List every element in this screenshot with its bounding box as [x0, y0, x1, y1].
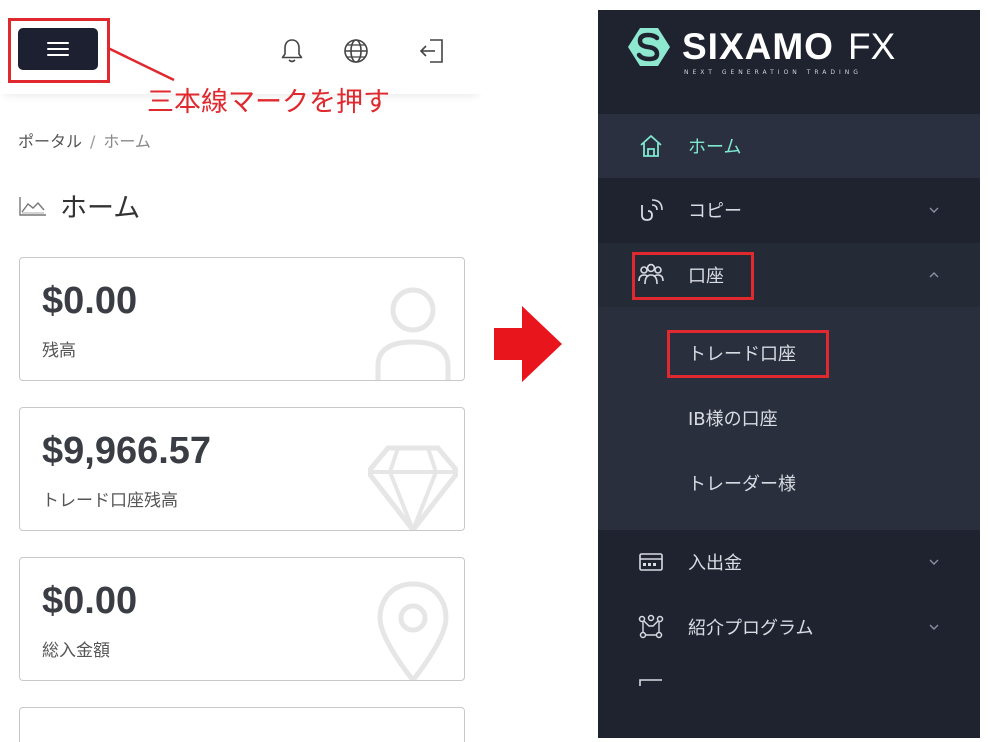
total-deposit-card[interactable]: $0.00 総入金額: [19, 557, 465, 681]
sidebar-item-referral-label: 紹介プログラム: [688, 618, 814, 639]
balance-value: $0.00: [42, 280, 138, 322]
breadcrumb-separator: /: [90, 132, 96, 151]
total-deposit-value: $0.00: [42, 580, 138, 622]
brand-logo-icon: [628, 28, 670, 66]
breadcrumb-current: ホーム: [103, 132, 151, 151]
copy-signal-icon: [641, 199, 663, 221]
sidebar-item-copy-label: コピー: [688, 201, 742, 222]
card-payment-icon: [639, 553, 663, 571]
logout-icon[interactable]: [417, 36, 447, 66]
sidebar-item-copy[interactable]: コピー: [598, 178, 980, 242]
network-icon: [638, 614, 664, 639]
total-deposit-label: 総入金額: [42, 641, 110, 661]
home-icon: [640, 135, 662, 157]
location-pin-icon: [377, 581, 449, 680]
sidebar-item-deposit[interactable]: 入出金: [598, 530, 980, 594]
area-chart-icon: [19, 196, 46, 216]
chevron-up-icon: [929, 272, 939, 278]
next-card-partial: [19, 707, 465, 742]
trade-balance-value: $9,966.57: [42, 430, 212, 472]
balance-label: 残高: [42, 341, 76, 361]
chevron-down-icon: [929, 207, 939, 213]
sidebar-item-home-label: ホーム: [688, 137, 742, 158]
brand-suffix: FX: [847, 26, 896, 67]
sidebar-item-referral[interactable]: 紹介プログラム: [598, 595, 980, 659]
globe-icon[interactable]: [341, 36, 371, 66]
page-title-text: ホーム: [60, 193, 141, 224]
right-arrow-icon: [494, 306, 562, 382]
balance-card[interactable]: $0.00 残高: [19, 257, 465, 381]
submenu-item-traders[interactable]: トレーダー様: [688, 470, 796, 496]
brand-logo: SIXAMO FX: [626, 26, 895, 68]
bell-icon[interactable]: [277, 36, 307, 66]
trade-balance-card[interactable]: $9,966.57 トレード口座残高: [19, 407, 465, 531]
chevron-down-icon: [929, 559, 939, 565]
partial-menu-icon: [639, 679, 662, 686]
callout-line: [108, 46, 175, 82]
brand-name: SIXAMO: [682, 26, 834, 67]
user-icon: [375, 287, 451, 380]
sidebar-item-deposit-label: 入出金: [688, 553, 742, 574]
diamond-icon: [368, 445, 458, 530]
breadcrumb-root[interactable]: ポータル: [18, 132, 82, 151]
brand-tagline: NEXT GENERATION TRADING: [684, 69, 862, 76]
sidebar-item-home[interactable]: ホーム: [598, 114, 980, 178]
instruction-annotation: 三本線マークを押す: [147, 87, 390, 118]
chevron-down-icon: [929, 624, 939, 630]
breadcrumb: ポータル / ホーム: [18, 128, 151, 152]
trade-balance-label: トレード口座残高: [42, 491, 178, 511]
hamburger-highlight: [8, 18, 110, 83]
accounts-highlight: [632, 252, 754, 300]
trade-account-highlight: [667, 330, 829, 378]
page-title: ホーム: [18, 186, 140, 225]
submenu-item-ib-account[interactable]: IB様の口座: [688, 405, 778, 431]
